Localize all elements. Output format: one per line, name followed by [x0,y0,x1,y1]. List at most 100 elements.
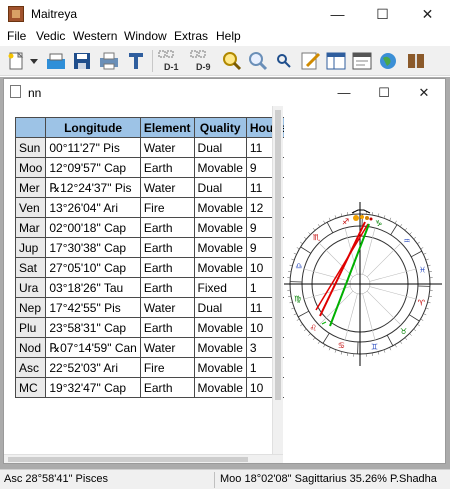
table-row[interactable]: Nod ℞07°14'59" Can Water Movable 3 [14,337,291,358]
table-row[interactable]: Mer ℞12°24'37" Pis Water Dual 11 [14,177,291,198]
menu-file[interactable]: File [7,29,26,43]
menu-extras[interactable]: Extras [174,29,208,43]
cell-planet: Sat [14,257,47,278]
find-icon[interactable] [272,49,296,73]
cell-element: Earth [139,157,195,178]
degree-tick [308,333,311,336]
new-doc-dropdown-icon[interactable] [28,49,40,73]
degree-tick [389,347,392,351]
menu-window[interactable]: Window [124,29,167,43]
text-view-icon[interactable] [350,49,374,73]
document-window: nn — ☐ ✕ Longitude Element Quality House… [3,78,446,464]
menu-western[interactable]: Western [73,29,117,43]
table-row[interactable]: Nep 17°42'55" Pis Water Dual 11 [14,297,291,318]
cell-longitude: 02°00'18" Cap [45,217,141,238]
doc-minimize-button[interactable]: — [325,79,363,106]
table-row[interactable]: MC 19°32'47" Cap Earth Movable 10 [14,377,291,398]
zodiac-sign-glyph: ♉ [400,327,407,336]
cell-element: Earth [139,277,195,298]
document-icon [10,85,21,98]
save-icon[interactable] [70,49,94,73]
table-row[interactable]: Ven 13°26'04" Ari Fire Movable 12 [14,197,291,218]
header-quality: Quality [193,117,247,138]
planet-marker [369,217,373,221]
cell-element: Earth [139,237,195,258]
cell-planet: Jup [14,237,47,258]
degree-tick [312,337,316,341]
menu-vedic[interactable]: Vedic [36,29,65,43]
degree-tick [383,349,386,353]
degree-tick [323,220,326,224]
degree-tick [427,301,431,304]
new-doc-icon[interactable] [4,49,28,73]
document-titlebar: nn — ☐ ✕ [4,79,445,106]
vertical-scroll-thumb[interactable] [275,110,281,400]
table-row[interactable]: Plu 23°58'31" Cap Earth Movable 10 [14,317,291,338]
table-row[interactable]: Sun 00°11'27" Pis Water Dual 11 [14,137,291,158]
edit-icon[interactable] [298,49,322,73]
horizontal-scrollbar[interactable] [4,454,283,463]
d1-chart-icon[interactable]: D-1 [158,49,186,73]
table-row[interactable]: Ura 03°18'26" Tau Earth Fixed 1 [14,277,291,298]
degree-tick [296,318,300,321]
doc-maximize-button[interactable]: ☐ [365,79,403,106]
cell-quality: Movable [193,257,247,278]
header-longitude: Longitude [45,117,141,138]
cell-quality: Dual [193,137,247,158]
degree-tick [289,301,293,304]
zodiac-sign-glyph: ♎ [295,261,302,270]
cell-planet: Nod [14,337,47,358]
planet-table-body: Sun 00°11'27" Pis Water Dual 11 Moo 12°09'57" … [14,137,291,398]
planet-table-pane: Longitude Element Quality House Sun 00°11… [4,106,291,454]
western-chart-wheel[interactable]: ♈ ♉ ♊ ♋ ♌ ♍ ♎ ♏ ♐ ♑ ♒ ♓ [278,106,445,463]
horizontal-scroll-thumb[interactable] [8,457,248,462]
degree-tick [399,224,403,227]
cell-quality: Movable [193,377,247,398]
degree-tick [303,328,307,332]
cell-quality: Movable [193,217,247,238]
cell-longitude: 13°26'04" Ari [45,197,141,218]
cell-longitude: 17°30'38" Cap [45,237,141,258]
close-button[interactable]: ✕ [405,0,450,28]
d1-label: D-1 [164,62,179,72]
degree-tick [409,333,412,336]
table-row[interactable]: Mar 02°00'18" Cap Earth Movable 9 [14,217,291,238]
cell-planet: Ven [14,197,47,218]
book-icon[interactable] [404,49,428,73]
table-row[interactable]: Asc 22°52'03" Ari Fire Movable 1 [14,357,291,378]
print-preview-icon[interactable] [124,49,148,73]
table-row[interactable]: Jup 17°30'38" Cap Earth Movable 9 [14,237,291,258]
cell-longitude: 22°52'03" Ari [45,357,141,378]
degree-tick [423,252,427,255]
table-row[interactable]: Sat 27°05'10" Cap Earth Movable 10 [14,257,291,278]
cell-quality: Movable [193,357,247,378]
search-icon[interactable] [220,49,244,73]
degree-tick [296,247,300,250]
status-bar: Asc 28°58'41" Pisces Moo 18°02'08" Sagit… [0,469,450,489]
zoom-icon[interactable] [246,49,270,73]
cell-planet: Ura [14,277,47,298]
zodiac-sign-glyph: ♐ [342,218,349,227]
zodiac-sign-glyph: ♏ [313,233,321,242]
doc-close-button[interactable]: ✕ [405,79,443,106]
vertical-scrollbar[interactable] [272,106,283,454]
zodiac-sign-glyph: ♌ [310,324,317,333]
globe-icon[interactable] [376,49,400,73]
status-moon: Moo 18°02'08" Sagittarius 35.26% P.Shadh… [220,473,437,485]
cell-planet: Plu [14,317,47,338]
maximize-button[interactable]: ☐ [360,0,405,28]
cell-planet: Mar [14,217,47,238]
toolbar-separator [152,50,153,72]
print-icon[interactable] [97,49,121,73]
table-row[interactable]: Moo 12°09'57" Cap Earth Movable 9 [14,157,291,178]
menu-help[interactable]: Help [216,29,241,43]
document-name: nn [28,86,42,100]
cell-planet: MC [14,377,47,398]
western-chart-pane: ♈ ♉ ♊ ♋ ♌ ♍ ♎ ♏ ♐ ♑ ♒ ♓ [278,106,445,463]
d9-label: D-9 [196,62,211,72]
table-view-icon[interactable] [324,49,348,73]
open-icon[interactable] [44,49,68,73]
status-ascendant: Asc 28°58'41" Pisces [4,473,108,485]
minimize-button[interactable]: — [315,0,360,28]
d9-chart-icon[interactable]: D-9 [190,49,218,73]
